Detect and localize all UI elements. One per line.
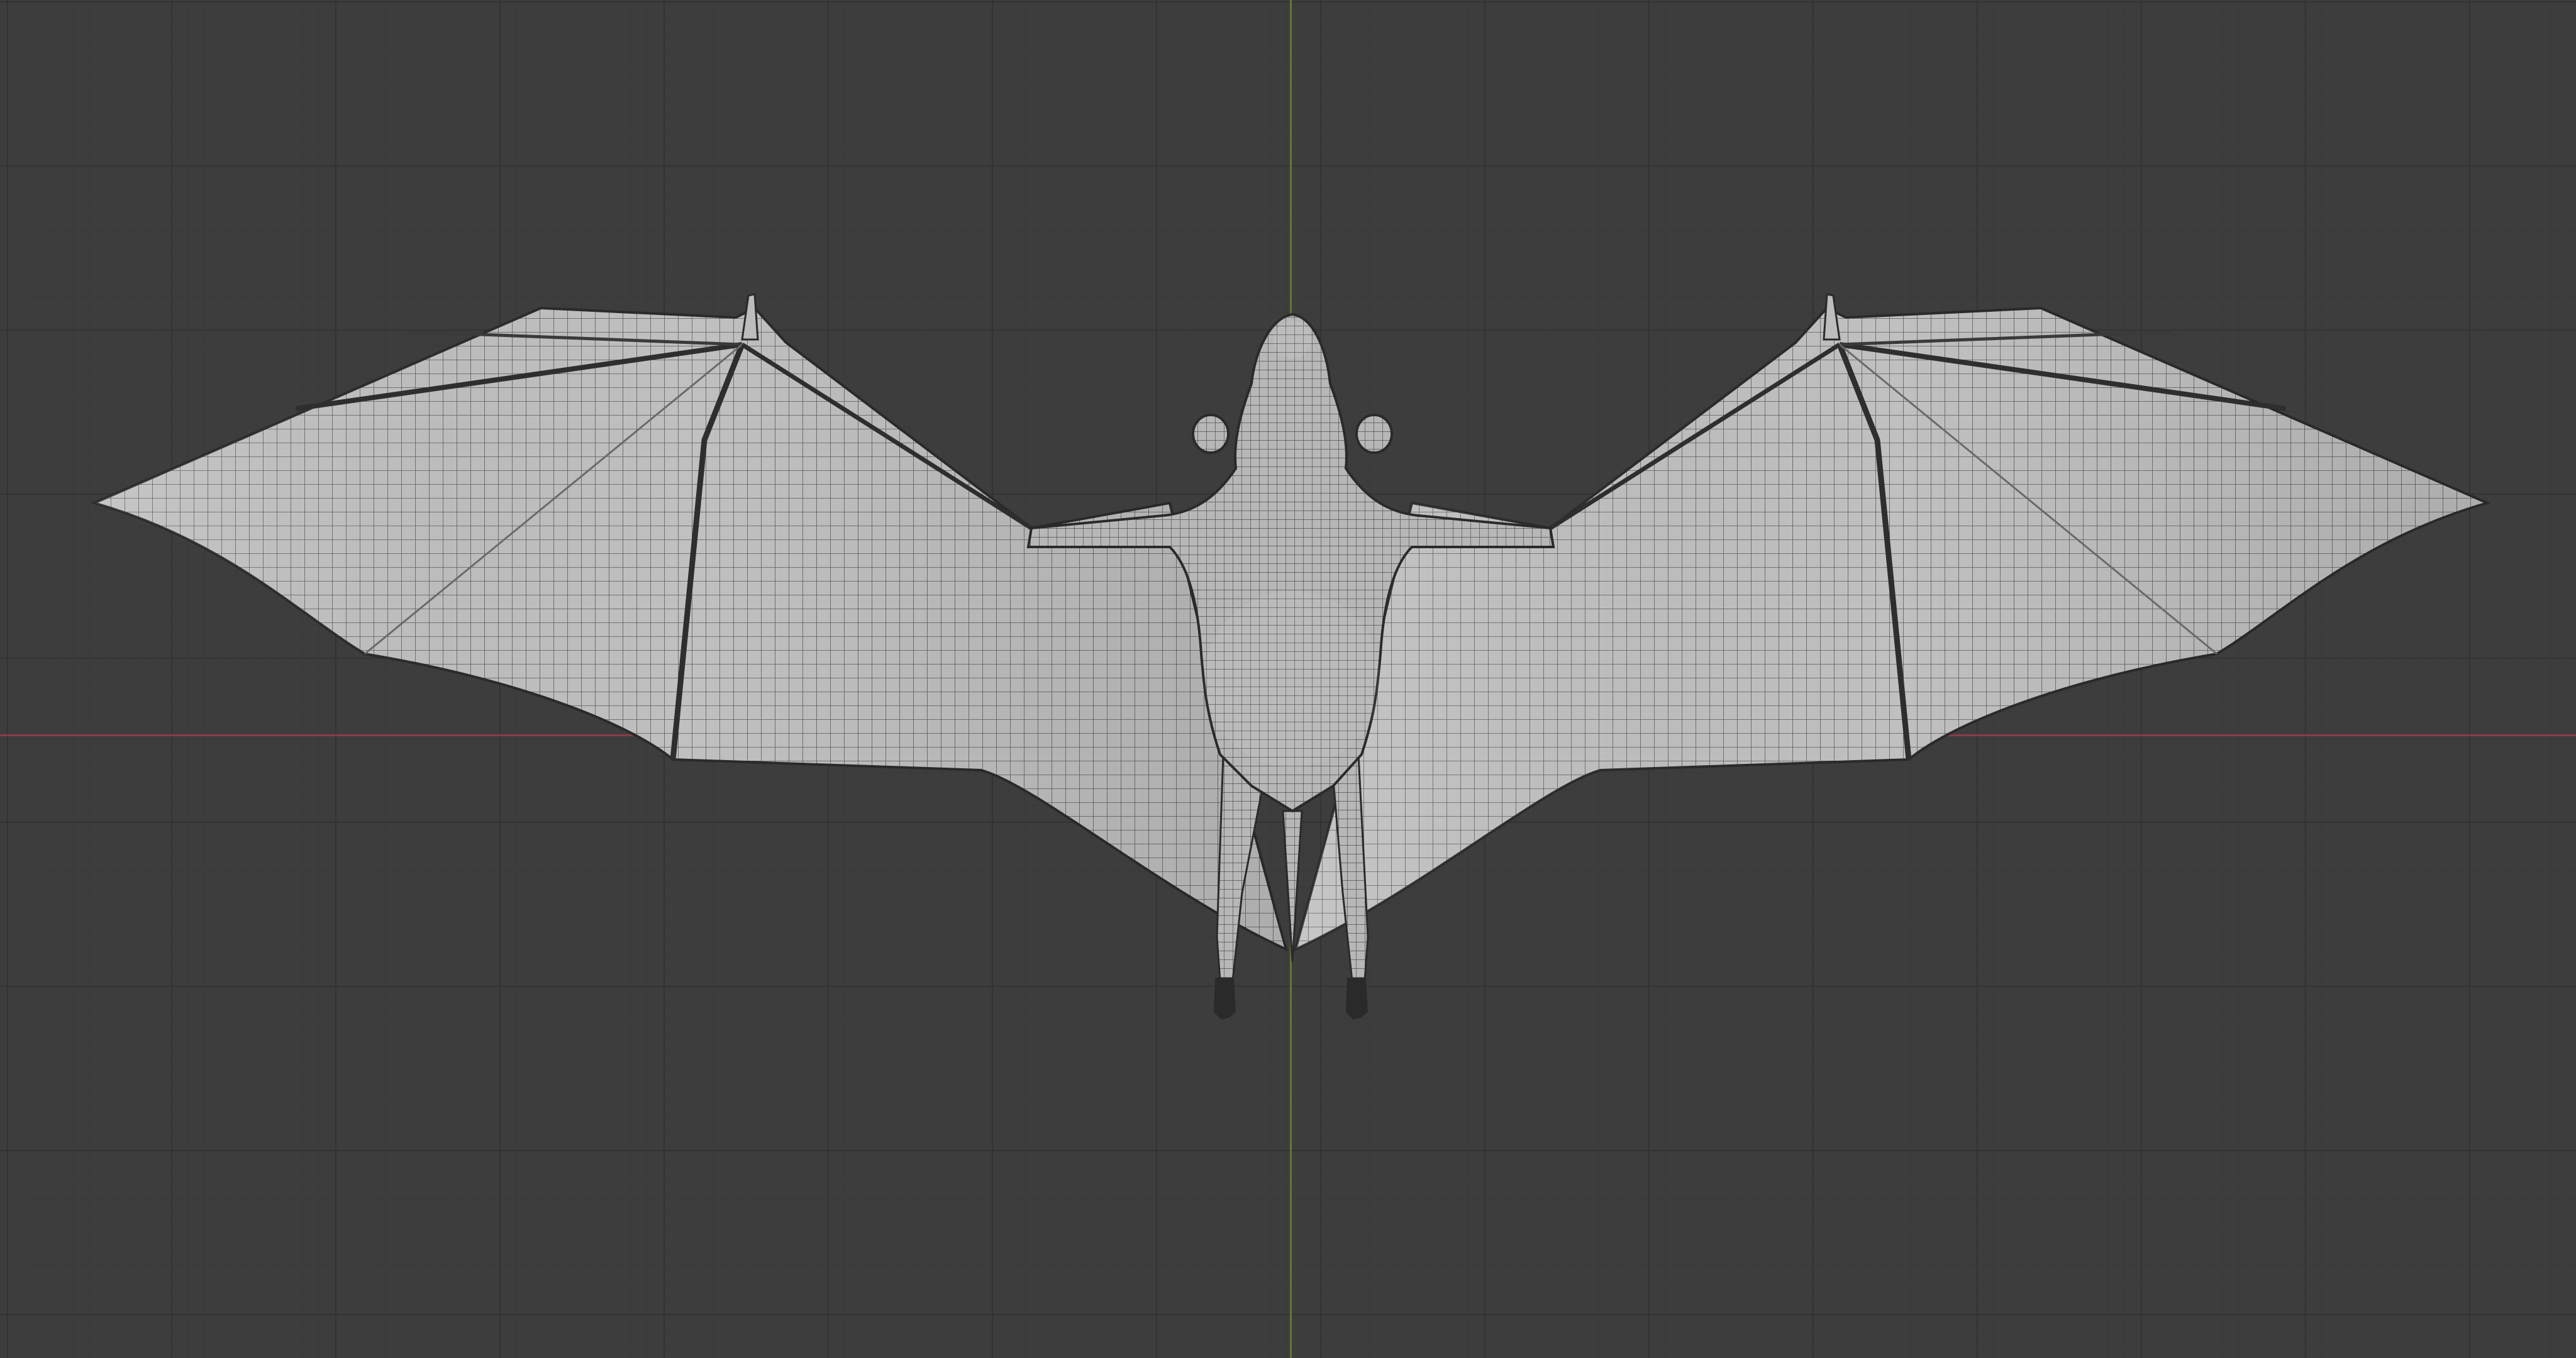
left-foot <box>1214 978 1236 1020</box>
left-ear <box>1192 414 1230 454</box>
left-wing <box>91 293 1289 952</box>
right-wing <box>1293 293 2491 952</box>
3d-viewport[interactable] <box>0 0 2576 1358</box>
right-ear <box>1355 414 1393 454</box>
right-foot <box>1346 978 1368 1020</box>
bat-model[interactable] <box>0 0 2576 1358</box>
